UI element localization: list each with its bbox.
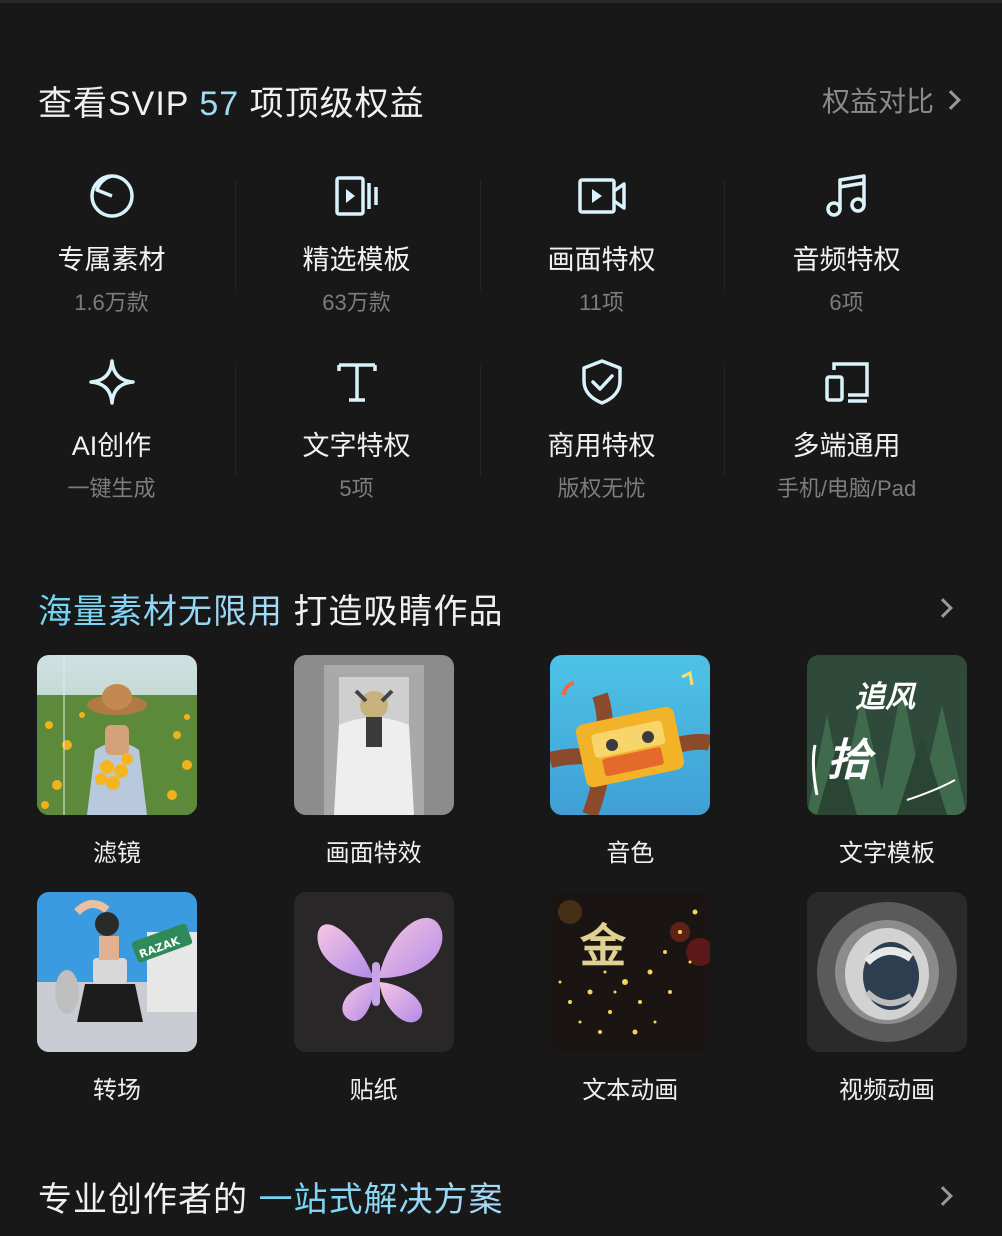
video-animation-thumbnail (806, 892, 967, 1052)
compare-benefits-link[interactable]: 权益对比 (821, 80, 961, 120)
benefits-title-prefix: 查看SVIP (38, 84, 189, 123)
materials-title-accent: 海量素材无限用 (38, 592, 283, 631)
benefit-title: AI创作 (71, 431, 152, 461)
feature-label: 滤镜 (93, 840, 141, 867)
feature-video-animation[interactable]: 视频动画 (806, 892, 967, 1105)
feature-label: 贴纸 (349, 1077, 398, 1104)
solutions-title-prefix: 专业创作者的 (38, 1180, 259, 1219)
feature-label: 音色 (606, 840, 655, 867)
solutions-title-accent: 一站式解决方案 (258, 1180, 504, 1219)
benefit-visual-privileges[interactable]: 画面特权 11项 (479, 160, 724, 346)
benefit-title: 画面特权 (547, 245, 656, 275)
music-note-icon (819, 168, 875, 224)
solutions-more-button[interactable] (928, 1181, 958, 1211)
chevron-right-icon (933, 1186, 953, 1206)
feature-voice[interactable]: 音色 (550, 655, 711, 868)
benefit-multi-device[interactable]: 多端通用 手机/电脑/Pad (724, 346, 969, 532)
feature-label: 文本动画 (582, 1077, 679, 1104)
benefit-subtitle: 5项 (339, 476, 374, 501)
text-template-thumbnail: 追风 拾 (806, 655, 967, 815)
solutions-header[interactable]: 专业创作者的 一站式解决方案 (38, 1172, 958, 1220)
benefits-header: 查看SVIP 57 项顶级权益 权益对比 (38, 76, 961, 125)
features-grid: 滤镜 画面特效 音色 追风 拾 文字模板 RAZAK 转场 贴纸 金 文本动画 … (37, 655, 967, 1129)
benefits-row-1: 专属素材 1.6万款 精选模板 63万款 画面特权 11项 音频特权 6项 (0, 160, 1002, 346)
clock-circle-icon (84, 168, 140, 224)
benefits-count: 57 (199, 84, 240, 123)
benefits-grid: 专属素材 1.6万款 精选模板 63万款 画面特权 11项 音频特权 6项 AI… (0, 160, 1002, 532)
materials-more-button[interactable] (928, 593, 958, 623)
benefits-title-suffix: 项顶级权益 (249, 84, 425, 123)
text-t-icon (329, 354, 385, 410)
features-row-2: RAZAK 转场 贴纸 金 文本动画 视频动画 (37, 892, 967, 1105)
column-divider (480, 366, 481, 476)
feature-text-animation[interactable]: 金 文本动画 (550, 892, 711, 1105)
benefit-subtitle: 63万款 (322, 290, 391, 315)
text-animation-thumbnail: 金 (550, 892, 711, 1052)
feature-label: 文字模板 (838, 840, 935, 867)
benefit-subtitle: 1.6万款 (74, 290, 149, 315)
template-video-icon (329, 168, 385, 224)
benefit-subtitle: 6项 (829, 290, 864, 315)
benefit-title: 音频特权 (792, 245, 901, 275)
feature-label: 转场 (93, 1077, 141, 1104)
chevron-right-icon (941, 90, 961, 110)
benefits-row-2: AI创作 一键生成 文字特权 5项 商用特权 版权无忧 多端通用 手机/电脑/P… (0, 346, 1002, 532)
sticker-thumbnail (293, 892, 454, 1052)
column-divider (480, 180, 481, 290)
benefit-title: 专属素材 (57, 245, 166, 275)
sparkle-icon (84, 354, 140, 410)
benefit-exclusive-materials[interactable]: 专属素材 1.6万款 (0, 160, 234, 346)
solutions-title: 专业创作者的 一站式解决方案 (38, 1172, 503, 1221)
voice-thumbnail (550, 655, 711, 815)
benefit-title: 精选模板 (302, 245, 411, 275)
benefit-subtitle: 手机/电脑/Pad (776, 476, 917, 501)
feature-label: 视频动画 (838, 1077, 935, 1104)
compare-benefits-label: 权益对比 (821, 86, 934, 117)
benefit-text-privileges[interactable]: 文字特权 5项 (234, 346, 479, 532)
benefit-subtitle: 11项 (579, 290, 624, 315)
materials-header[interactable]: 海量素材无限用 打造吸睛作品 (38, 584, 958, 632)
features-row-1: 滤镜 画面特效 音色 追风 拾 文字模板 (37, 655, 967, 868)
filter-thumbnail (37, 655, 197, 815)
benefit-commercial-privileges[interactable]: 商用特权 版权无忧 (479, 346, 724, 532)
text-template-glyphs: 追风 (855, 680, 917, 715)
benefit-subtitle: 版权无忧 (557, 476, 646, 501)
video-camera-icon (574, 168, 630, 224)
column-divider (724, 180, 725, 290)
feature-label: 画面特效 (325, 840, 422, 867)
materials-title: 海量素材无限用 打造吸睛作品 (38, 584, 503, 633)
effects-thumbnail (293, 655, 454, 815)
benefit-ai-creation[interactable]: AI创作 一键生成 (0, 346, 234, 532)
transition-thumbnail: RAZAK (37, 892, 197, 1052)
text-template-glyph: 拾 (827, 735, 877, 786)
feature-transition[interactable]: RAZAK 转场 (37, 892, 197, 1105)
column-divider (724, 366, 725, 476)
benefits-title: 查看SVIP 57 项顶级权益 (38, 76, 425, 125)
benefit-title: 文字特权 (302, 431, 411, 461)
feature-visual-effects[interactable]: 画面特效 (293, 655, 454, 868)
chevron-right-icon (933, 598, 953, 618)
text-animation-glyph: 金 (579, 919, 627, 973)
benefit-audio-privileges[interactable]: 音频特权 6项 (724, 160, 969, 346)
column-divider (235, 180, 236, 290)
multi-device-icon (819, 354, 875, 410)
benefit-templates[interactable]: 精选模板 63万款 (234, 160, 479, 346)
benefit-title: 多端通用 (792, 431, 901, 461)
benefit-title: 商用特权 (547, 431, 656, 461)
feature-sticker[interactable]: 贴纸 (293, 892, 454, 1105)
column-divider (235, 366, 236, 476)
top-divider (0, 0, 1002, 3)
feature-filter[interactable]: 滤镜 (37, 655, 197, 868)
feature-text-template[interactable]: 追风 拾 文字模板 (806, 655, 967, 868)
materials-title-rest: 打造吸睛作品 (283, 592, 504, 631)
shield-check-icon (574, 354, 630, 410)
benefit-subtitle: 一键生成 (67, 476, 156, 501)
